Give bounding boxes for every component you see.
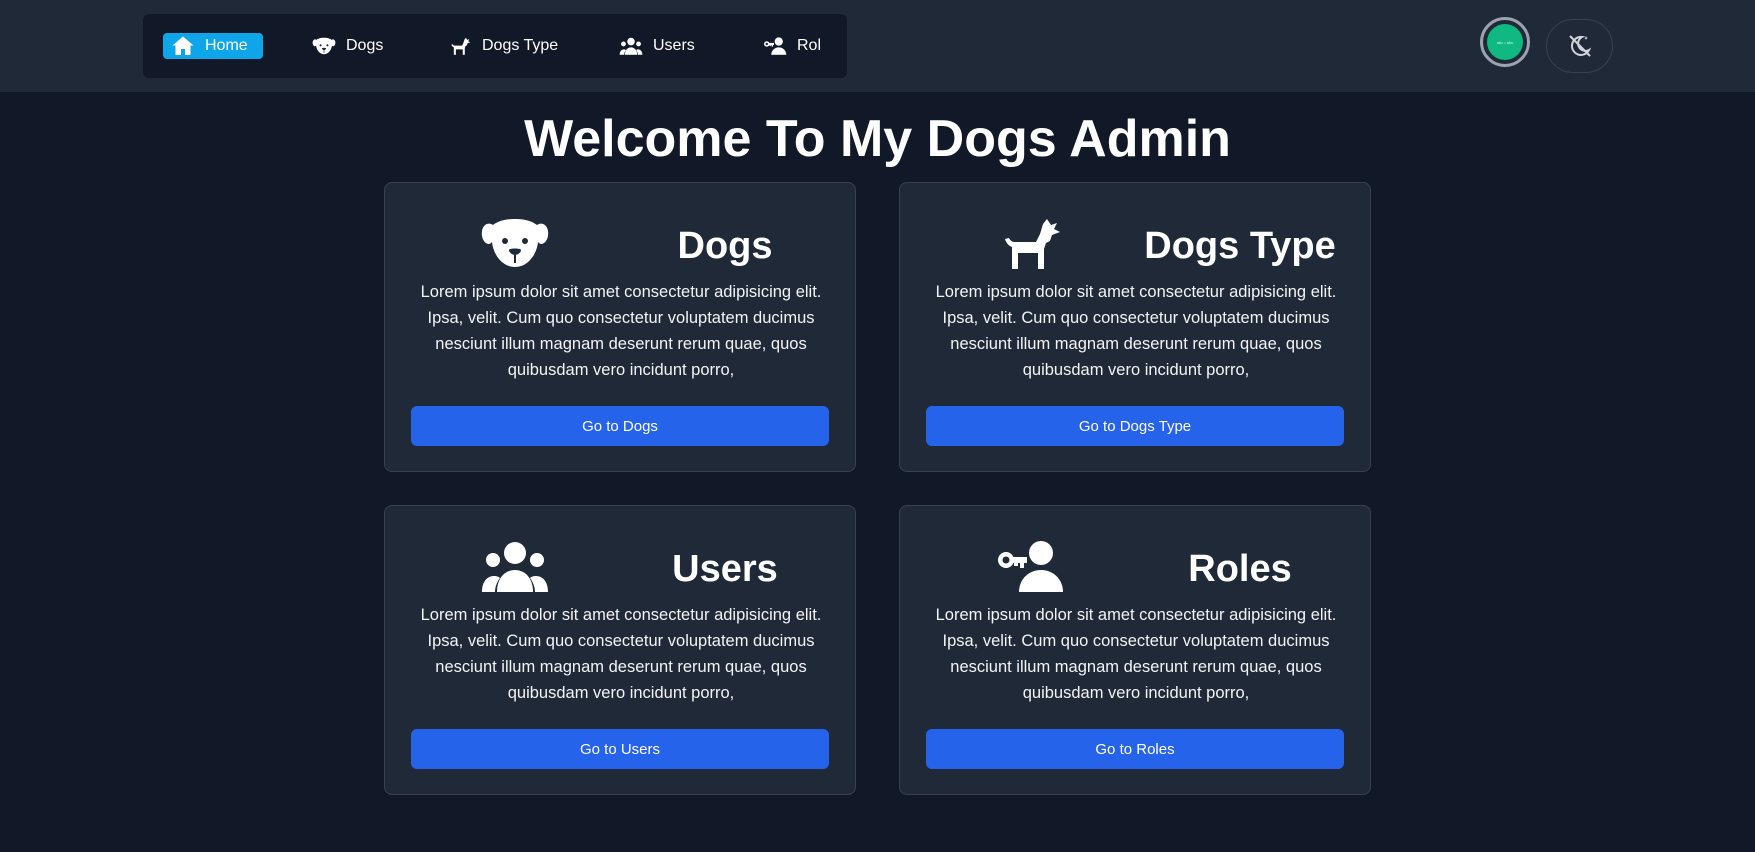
go-to-dogs-type-button[interactable]: Go to Dogs Type: [926, 406, 1344, 446]
nav-item-roles[interactable]: Rol: [755, 33, 829, 59]
card-description: Lorem ipsum dolor sit amet consectetur a…: [935, 606, 1337, 702]
nav-item-users[interactable]: Users: [611, 33, 703, 59]
users-icon: [619, 34, 643, 58]
card-users: Users Lorem ipsum dolor sit amet consect…: [384, 505, 856, 795]
theme-toggle-button[interactable]: [1546, 19, 1613, 73]
card-title: Dogs: [677, 225, 773, 267]
nav-item-label: Dogs Type: [482, 37, 559, 54]
nav-item-dogs[interactable]: Dogs: [304, 33, 391, 59]
go-to-users-button[interactable]: Go to Users: [411, 729, 829, 769]
home-icon: [171, 34, 195, 58]
avatar[interactable]: abc • abc: [1480, 17, 1530, 67]
dog-icon: [995, 217, 1065, 269]
card-description: Lorem ipsum dolor sit amet consectetur a…: [420, 606, 822, 702]
user-key-icon: [763, 34, 787, 58]
card-title: Users: [672, 548, 778, 590]
users-icon: [480, 540, 550, 592]
main-nav: Home Dogs Dogs Type Users Rol: [143, 14, 847, 78]
page-title: Welcome To My Dogs Admin: [524, 110, 1231, 168]
moon-stars-slash-icon: [1567, 33, 1593, 59]
nav-item-label: Dogs: [346, 37, 384, 54]
nav-item-dogs-type[interactable]: Dogs Type: [440, 33, 566, 59]
card-description: Lorem ipsum dolor sit amet consectetur a…: [420, 283, 822, 379]
dog-icon: [448, 34, 472, 58]
dog-face-icon: [480, 217, 550, 269]
go-to-roles-button[interactable]: Go to Roles: [926, 729, 1344, 769]
nav-item-label: Home: [205, 37, 248, 54]
nav-item-label: Rol: [797, 37, 822, 54]
user-key-icon: [995, 540, 1065, 592]
nav-item-label: Users: [653, 37, 695, 54]
avatar-image: abc • abc: [1487, 24, 1523, 60]
card-dogs-type: Dogs Type Lorem ipsum dolor sit amet con…: [899, 182, 1371, 472]
card-roles: Roles Lorem ipsum dolor sit amet consect…: [899, 505, 1371, 795]
nav-item-home[interactable]: Home: [163, 33, 263, 59]
dog-face-icon: [312, 34, 336, 58]
top-bar: Home Dogs Dogs Type Users Rol abc • abc: [0, 0, 1755, 92]
go-to-dogs-button[interactable]: Go to Dogs: [411, 406, 829, 446]
card-dogs: Dogs Lorem ipsum dolor sit amet consecte…: [384, 182, 856, 472]
card-title: Dogs Type: [1144, 225, 1336, 267]
card-description: Lorem ipsum dolor sit amet consectetur a…: [935, 283, 1337, 379]
card-title: Roles: [1188, 548, 1292, 590]
